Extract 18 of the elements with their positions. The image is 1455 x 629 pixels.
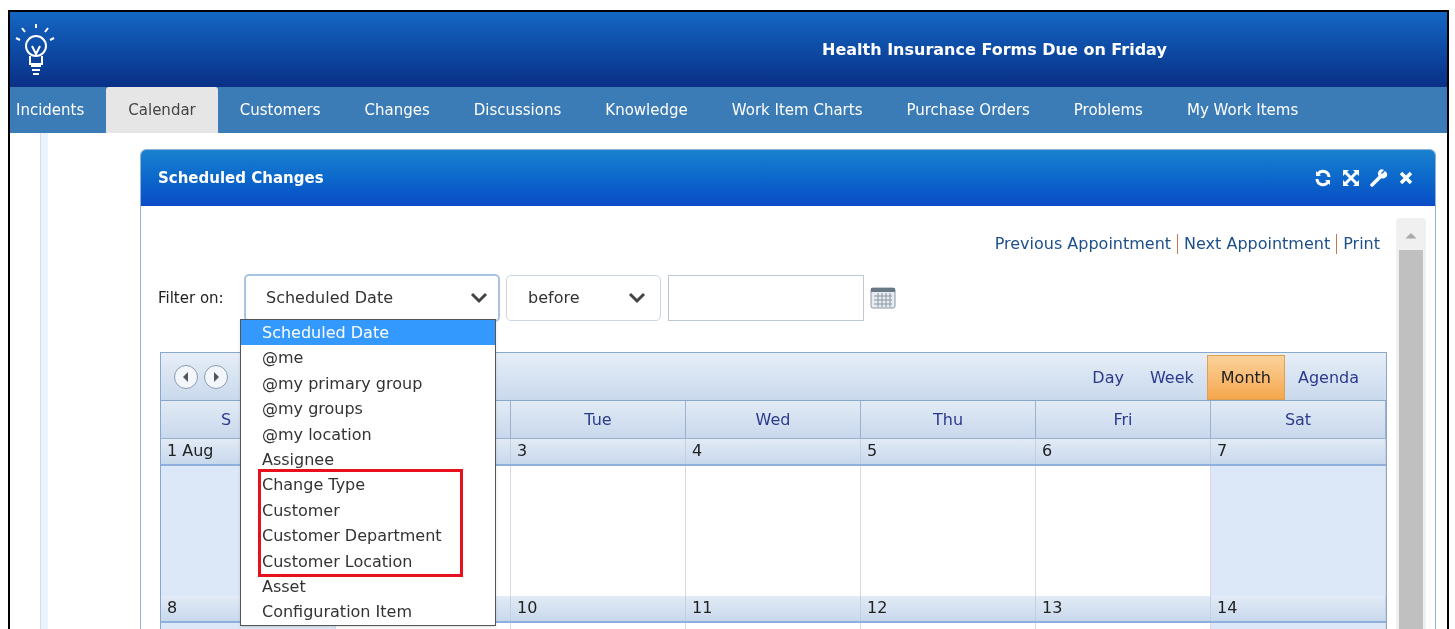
date-header: 14 [1211,596,1386,621]
date-header: 12 [861,596,1036,621]
panel-title: Scheduled Changes [158,167,324,189]
day-header: Tue [511,401,686,439]
day-header: Thu [861,401,1036,439]
filter-label: Filter on: [158,287,225,309]
day-header: Wed [686,401,861,439]
date-header: 5 [861,439,1036,464]
date-header: 4 [686,439,861,464]
date-header: 3 [511,439,686,464]
date-header: 6 [1036,439,1211,464]
day-header: Fri [1036,401,1211,439]
date-header: 13 [1036,596,1211,621]
date-header: 7 [1211,439,1386,464]
day-header: Sat [1211,401,1386,439]
header-title: Health Insurance Forms Due on Friday [822,38,1167,61]
date-header: 11 [686,596,861,621]
date-header: 10 [511,596,686,621]
